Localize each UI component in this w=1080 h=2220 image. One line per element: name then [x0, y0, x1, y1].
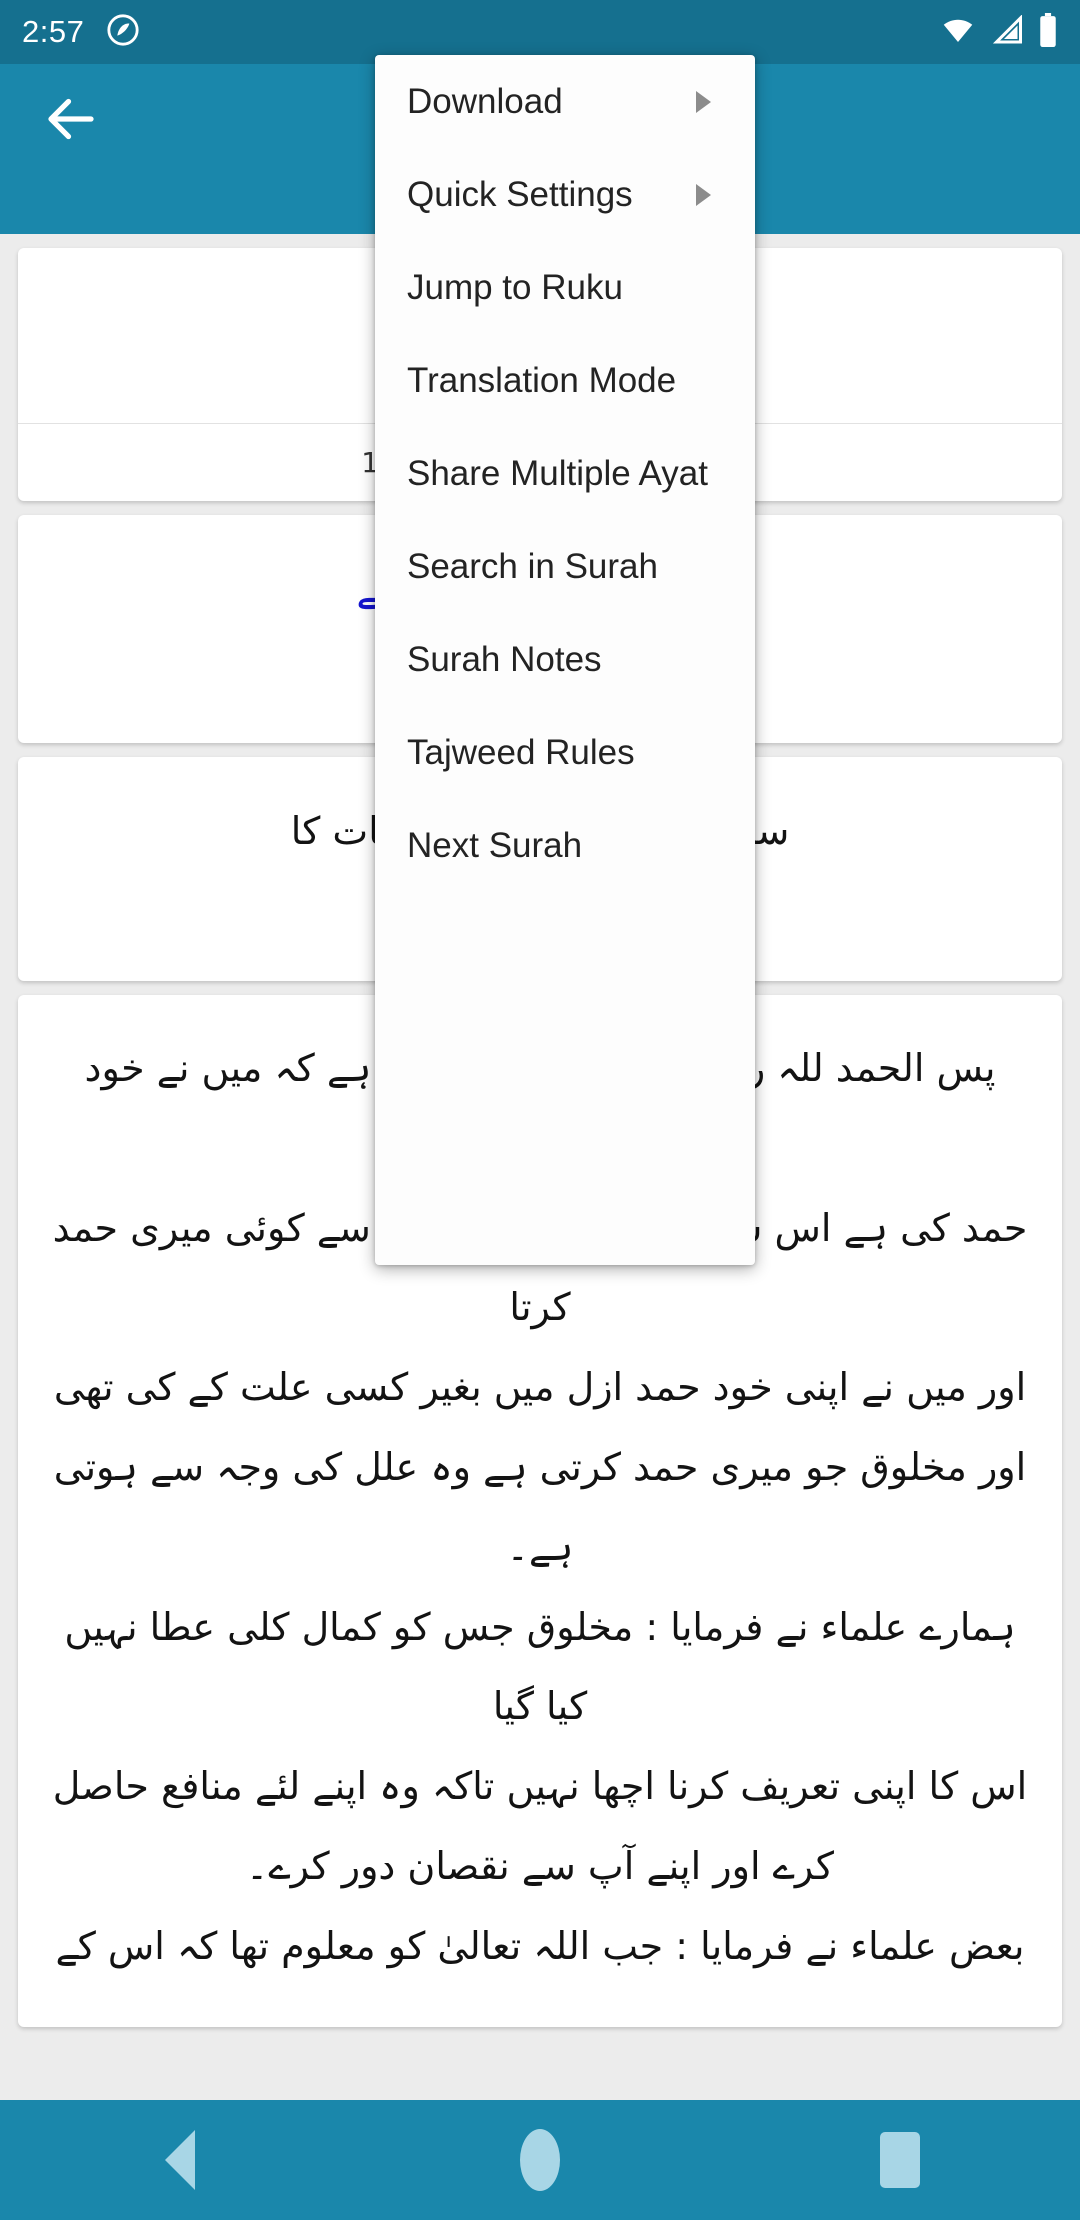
menu-item-download[interactable]: Download — [375, 55, 755, 148]
menu-item-surah-notes[interactable]: Surah Notes — [375, 613, 755, 706]
tafseer-line: اور میں نے اپنی خود حمد ازل میں بغیر کسی… — [53, 1365, 1027, 1410]
nav-back-button[interactable] — [0, 2130, 360, 2190]
app-screen: 2:57 1 کا پس الحمد للہ ہے کہ میں نے خود … — [0, 0, 1080, 2220]
back-button[interactable] — [38, 86, 104, 152]
menu-item-share-multiple-ayat[interactable]: Share Multiple Ayat — [375, 427, 755, 520]
menu-item-jump-to-ruku[interactable]: Jump to Ruku — [375, 241, 755, 334]
tafseer-line: کرے اور اپنے آپ سے نقصان دور کرے۔ — [246, 1843, 834, 1888]
menu-item-label: Jump to Ruku — [407, 267, 623, 307]
battery-icon — [1038, 12, 1058, 52]
tafseer-line: بعض علماء نے فرمایا : جب اللہ تعالیٰ کو … — [55, 1923, 1025, 1968]
nav-recents-button[interactable] — [720, 2132, 1080, 2188]
wifi-icon — [940, 15, 976, 50]
menu-item-label: Download — [407, 81, 563, 121]
menu-item-quick-settings[interactable]: Quick Settings — [375, 148, 755, 241]
chevron-right-icon — [696, 183, 711, 206]
menu-item-search-in-surah[interactable]: Search in Surah — [375, 520, 755, 613]
notification-app-icon — [106, 13, 140, 52]
tafseer-line: اور مخلوق جو میری حمد کرتی ہے وہ علل کی … — [53, 1444, 1027, 1569]
tafseer-line: ہمارے علماء نے فرمایا : مخلوق جس کو کمال… — [64, 1604, 1016, 1729]
status-bar-right — [940, 12, 1058, 52]
menu-item-label: Surah Notes — [407, 639, 602, 679]
system-navigation-bar — [0, 2100, 1080, 2220]
menu-item-label: Translation Mode — [407, 360, 677, 400]
menu-item-label: Tajweed Rules — [407, 732, 635, 772]
nav-home-button[interactable] — [360, 2129, 720, 2191]
overflow-menu[interactable]: Download Quick Settings Jump to Ruku Tra… — [375, 55, 755, 1265]
menu-item-next-surah[interactable]: Next Surah — [375, 799, 755, 892]
menu-item-label: Quick Settings — [407, 174, 633, 214]
menu-item-translation-mode[interactable]: Translation Mode — [375, 334, 755, 427]
chevron-right-icon — [696, 90, 711, 113]
menu-item-label: Search in Surah — [407, 546, 658, 586]
status-time: 2:57 — [22, 14, 85, 49]
status-bar-left: 2:57 — [22, 13, 140, 52]
menu-item-label: Share Multiple Ayat — [407, 453, 708, 493]
menu-item-label: Next Surah — [407, 825, 583, 865]
nav-home-icon — [520, 2129, 560, 2191]
menu-item-tajweed-rules[interactable]: Tajweed Rules — [375, 706, 755, 799]
tafseer-line: اس کا اپنی تعریف کرنا اچھا نہیں تاکہ وہ … — [52, 1764, 1028, 1809]
cellular-signal-icon — [990, 13, 1024, 50]
nav-recents-icon — [880, 2132, 920, 2188]
nav-back-icon — [165, 2130, 195, 2190]
